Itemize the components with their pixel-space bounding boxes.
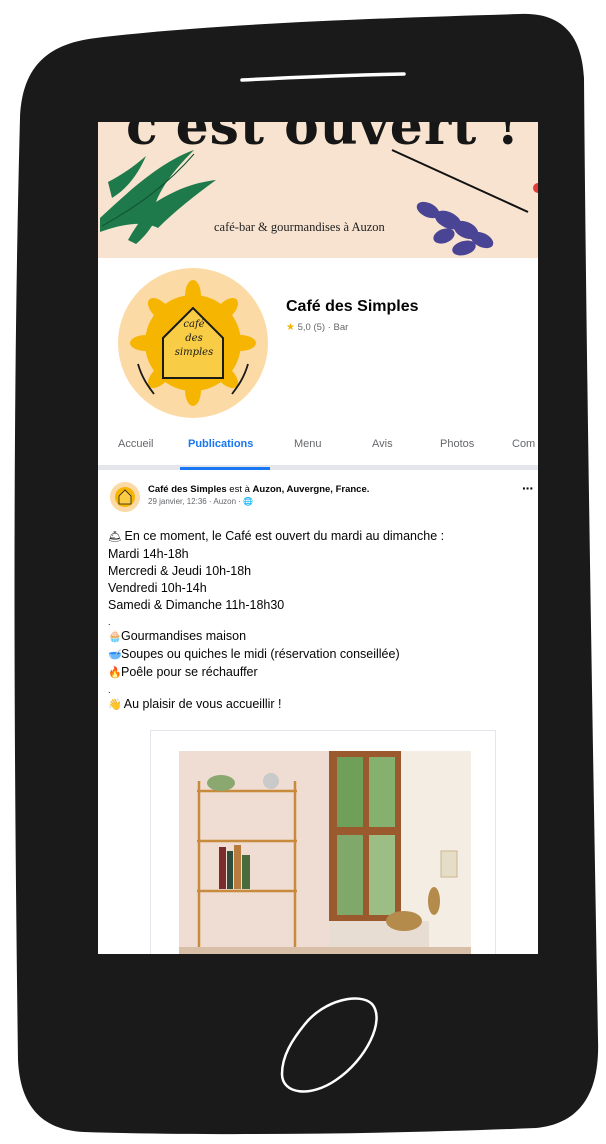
bell-icon: 🛎 [108,531,122,543]
cover-banner: c'est ouvert ! café-bar & gourmandises à… [98,122,538,258]
post-line: 🥣Soupes ou quiches le midi (réservation … [108,646,532,664]
post-line: 🛎 En ce moment, le Café est ouvert du ma… [108,528,532,546]
phone-screen: c'est ouvert ! café-bar & gourmandises à… [98,122,538,954]
cafe-interior-photo [179,751,471,954]
star-icon: ★ [286,322,295,333]
wave-icon: 👋 [108,699,122,711]
active-tab-indicator [180,467,270,470]
profile-picture[interactable]: café des simples [118,268,268,418]
post-author[interactable]: Café des Simples [148,484,227,495]
more-icon[interactable]: ··· [522,480,534,496]
post-avatar[interactable] [110,482,140,512]
post-line: Samedi & Dimanche 11h-18h30 [108,598,285,612]
logo-text: café des simples [174,319,214,358]
post-line: 🧁Gourmandises maison [108,628,532,646]
post-location[interactable]: Auzon, Auvergne, France. [253,484,370,495]
tab-photos[interactable]: Photos [440,438,474,450]
post-header: Café des Simples est à Auzon, Auvergne, … [148,484,370,495]
page-name[interactable]: Café des Simples [286,298,419,316]
post-line: 👋 Au plaisir de vous accueillir ! [108,696,532,714]
tab-publications[interactable]: Publications [188,438,253,450]
post-line: . [108,617,111,627]
post-photo-card[interactable] [150,730,496,954]
leaf-illustrations [100,149,538,256]
post-meta[interactable]: 29 janvier, 12:36 · Auzon · 🌐 [148,497,253,506]
post-line: Vendredi 10h-14h [108,581,207,595]
tab-avis[interactable]: Avis [372,438,393,450]
page-tabs: Accueil Publications Menu Avis Photos Co… [98,424,538,470]
tab-menu[interactable]: Menu [294,438,322,450]
page-rating[interactable]: ★ 5,0 (5) · Bar [286,322,348,333]
tab-accueil[interactable]: Accueil [118,438,153,450]
post-line: Mercredi & Jeudi 10h-18h [108,564,252,578]
tab-community[interactable]: Com [512,438,535,450]
post-line: 🔥Poêle pour se réchauffer [108,664,532,682]
post-text: 🛎 En ce moment, le Café est ouvert du ma… [108,528,532,714]
post-line: Mardi 14h-18h [108,547,189,561]
cupcake-icon: 🧁 [108,631,122,643]
sunflower-logo-icon [115,487,135,507]
post-photo[interactable] [179,751,471,954]
profile-header: café des simples Café des Simples ★ 5,0 … [98,258,538,424]
fire-icon: 🔥 [108,667,122,679]
cover-tagline: café-bar & gourmandises à Auzon [214,220,385,234]
bowl-icon: 🥣 [108,649,122,661]
post-line: . [108,685,111,695]
